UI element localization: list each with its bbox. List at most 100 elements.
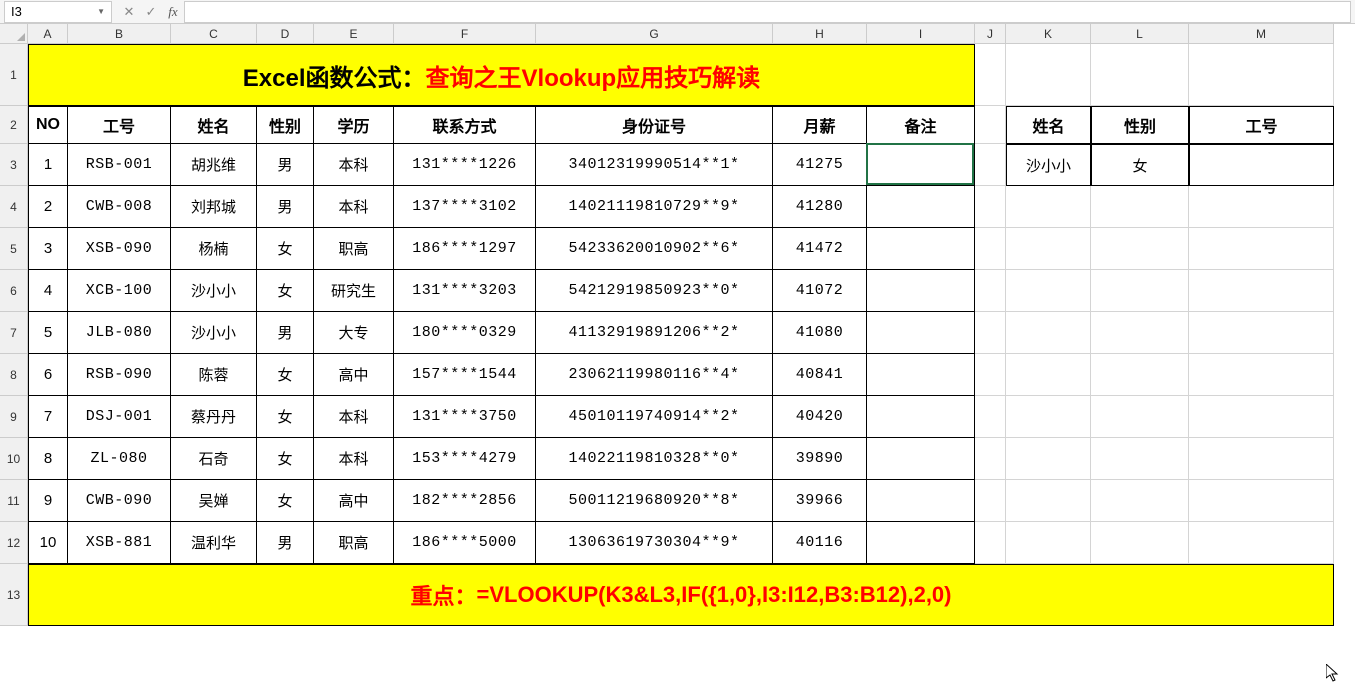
- table-cell[interactable]: [867, 396, 975, 438]
- table-cell[interactable]: 男: [257, 312, 314, 354]
- table-cell[interactable]: 9: [28, 480, 68, 522]
- table-cell[interactable]: XSB-090: [68, 228, 171, 270]
- empty-cell[interactable]: [1006, 522, 1091, 564]
- table-cell[interactable]: 14021119810729**9*: [536, 186, 773, 228]
- table-cell[interactable]: 131****3750: [394, 396, 536, 438]
- table-cell[interactable]: 41280: [773, 186, 867, 228]
- table-cell[interactable]: 182****2856: [394, 480, 536, 522]
- empty-cell[interactable]: [975, 354, 1006, 396]
- empty-cell[interactable]: [1006, 270, 1091, 312]
- empty-cell[interactable]: [975, 186, 1006, 228]
- empty-cell[interactable]: [1091, 44, 1189, 106]
- empty-cell[interactable]: [1189, 396, 1334, 438]
- row-header-6[interactable]: 6: [0, 270, 28, 312]
- row-header-8[interactable]: 8: [0, 354, 28, 396]
- empty-cell[interactable]: [1189, 438, 1334, 480]
- table-cell[interactable]: [867, 312, 975, 354]
- lookup-cell[interactable]: [1189, 144, 1334, 186]
- table-cell[interactable]: 41132919891206**2*: [536, 312, 773, 354]
- table-cell[interactable]: 石奇: [171, 438, 257, 480]
- table-cell[interactable]: 6: [28, 354, 68, 396]
- empty-cell[interactable]: [1006, 44, 1091, 106]
- row-header-4[interactable]: 4: [0, 186, 28, 228]
- empty-cell[interactable]: [1189, 480, 1334, 522]
- table-cell[interactable]: 男: [257, 522, 314, 564]
- table-cell[interactable]: 女: [257, 270, 314, 312]
- table-cell[interactable]: 39966: [773, 480, 867, 522]
- empty-cell[interactable]: [1189, 312, 1334, 354]
- empty-cell[interactable]: [1189, 186, 1334, 228]
- table-cell[interactable]: 137****3102: [394, 186, 536, 228]
- table-cell[interactable]: [867, 522, 975, 564]
- table-cell[interactable]: 50011219680920**8*: [536, 480, 773, 522]
- table-header[interactable]: 月薪: [773, 106, 867, 144]
- table-cell[interactable]: RSB-001: [68, 144, 171, 186]
- table-cell[interactable]: [867, 144, 975, 186]
- row-header-11[interactable]: 11: [0, 480, 28, 522]
- table-cell[interactable]: CWB-008: [68, 186, 171, 228]
- lookup-cell[interactable]: 沙小小: [1006, 144, 1091, 186]
- empty-cell[interactable]: [1189, 522, 1334, 564]
- table-cell[interactable]: 沙小小: [171, 312, 257, 354]
- table-cell[interactable]: 温利华: [171, 522, 257, 564]
- table-cell[interactable]: 陈蓉: [171, 354, 257, 396]
- table-header[interactable]: 身份证号: [536, 106, 773, 144]
- table-cell[interactable]: 本科: [314, 186, 394, 228]
- table-cell[interactable]: 34012319990514**1*: [536, 144, 773, 186]
- row-header-7[interactable]: 7: [0, 312, 28, 354]
- table-cell[interactable]: 40420: [773, 396, 867, 438]
- table-cell[interactable]: 本科: [314, 396, 394, 438]
- table-cell[interactable]: 131****3203: [394, 270, 536, 312]
- table-cell[interactable]: 23062119980116**4*: [536, 354, 773, 396]
- table-cell[interactable]: 186****5000: [394, 522, 536, 564]
- table-cell[interactable]: 本科: [314, 144, 394, 186]
- table-cell[interactable]: 女: [257, 228, 314, 270]
- table-cell[interactable]: 40841: [773, 354, 867, 396]
- empty-cell[interactable]: [1006, 186, 1091, 228]
- table-cell[interactable]: 本科: [314, 438, 394, 480]
- name-box-dropdown-icon[interactable]: ▼: [97, 7, 105, 16]
- row-header-3[interactable]: 3: [0, 144, 28, 186]
- table-cell[interactable]: 1: [28, 144, 68, 186]
- column-header-C[interactable]: C: [171, 24, 257, 44]
- table-cell[interactable]: 沙小小: [171, 270, 257, 312]
- empty-cell[interactable]: [1006, 354, 1091, 396]
- footer-cell[interactable]: 重点：=VLOOKUP(K3&L3,IF({1,0},I3:I12,B3:B12…: [28, 564, 1334, 626]
- table-cell[interactable]: JLB-080: [68, 312, 171, 354]
- empty-cell[interactable]: [1091, 270, 1189, 312]
- table-cell[interactable]: [867, 228, 975, 270]
- table-header[interactable]: 学历: [314, 106, 394, 144]
- empty-cell[interactable]: [1006, 438, 1091, 480]
- table-cell[interactable]: DSJ-001: [68, 396, 171, 438]
- table-cell[interactable]: 54212919850923**0*: [536, 270, 773, 312]
- table-cell[interactable]: 2: [28, 186, 68, 228]
- row-header-10[interactable]: 10: [0, 438, 28, 480]
- table-cell[interactable]: 职高: [314, 522, 394, 564]
- row-header-2[interactable]: 2: [0, 106, 28, 144]
- empty-cell[interactable]: [975, 106, 1006, 144]
- empty-cell[interactable]: [1006, 312, 1091, 354]
- table-cell[interactable]: 41472: [773, 228, 867, 270]
- table-cell[interactable]: 吴婵: [171, 480, 257, 522]
- column-header-F[interactable]: F: [394, 24, 536, 44]
- empty-cell[interactable]: [1006, 228, 1091, 270]
- column-header-K[interactable]: K: [1006, 24, 1091, 44]
- table-cell[interactable]: 54233620010902**6*: [536, 228, 773, 270]
- formula-input[interactable]: [184, 1, 1351, 23]
- empty-cell[interactable]: [1091, 312, 1189, 354]
- table-cell[interactable]: 胡兆维: [171, 144, 257, 186]
- table-cell[interactable]: 40116: [773, 522, 867, 564]
- row-header-13[interactable]: 13: [0, 564, 28, 626]
- table-cell[interactable]: 45010119740914**2*: [536, 396, 773, 438]
- table-cell[interactable]: 131****1226: [394, 144, 536, 186]
- lookup-header[interactable]: 姓名: [1006, 106, 1091, 144]
- table-cell[interactable]: 职高: [314, 228, 394, 270]
- table-cell[interactable]: 研究生: [314, 270, 394, 312]
- empty-cell[interactable]: [1091, 186, 1189, 228]
- column-header-M[interactable]: M: [1189, 24, 1334, 44]
- empty-cell[interactable]: [975, 228, 1006, 270]
- table-cell[interactable]: XSB-881: [68, 522, 171, 564]
- table-cell[interactable]: CWB-090: [68, 480, 171, 522]
- table-header[interactable]: 备注: [867, 106, 975, 144]
- title-cell[interactable]: Excel函数公式：查询之王Vlookup应用技巧解读: [28, 44, 975, 106]
